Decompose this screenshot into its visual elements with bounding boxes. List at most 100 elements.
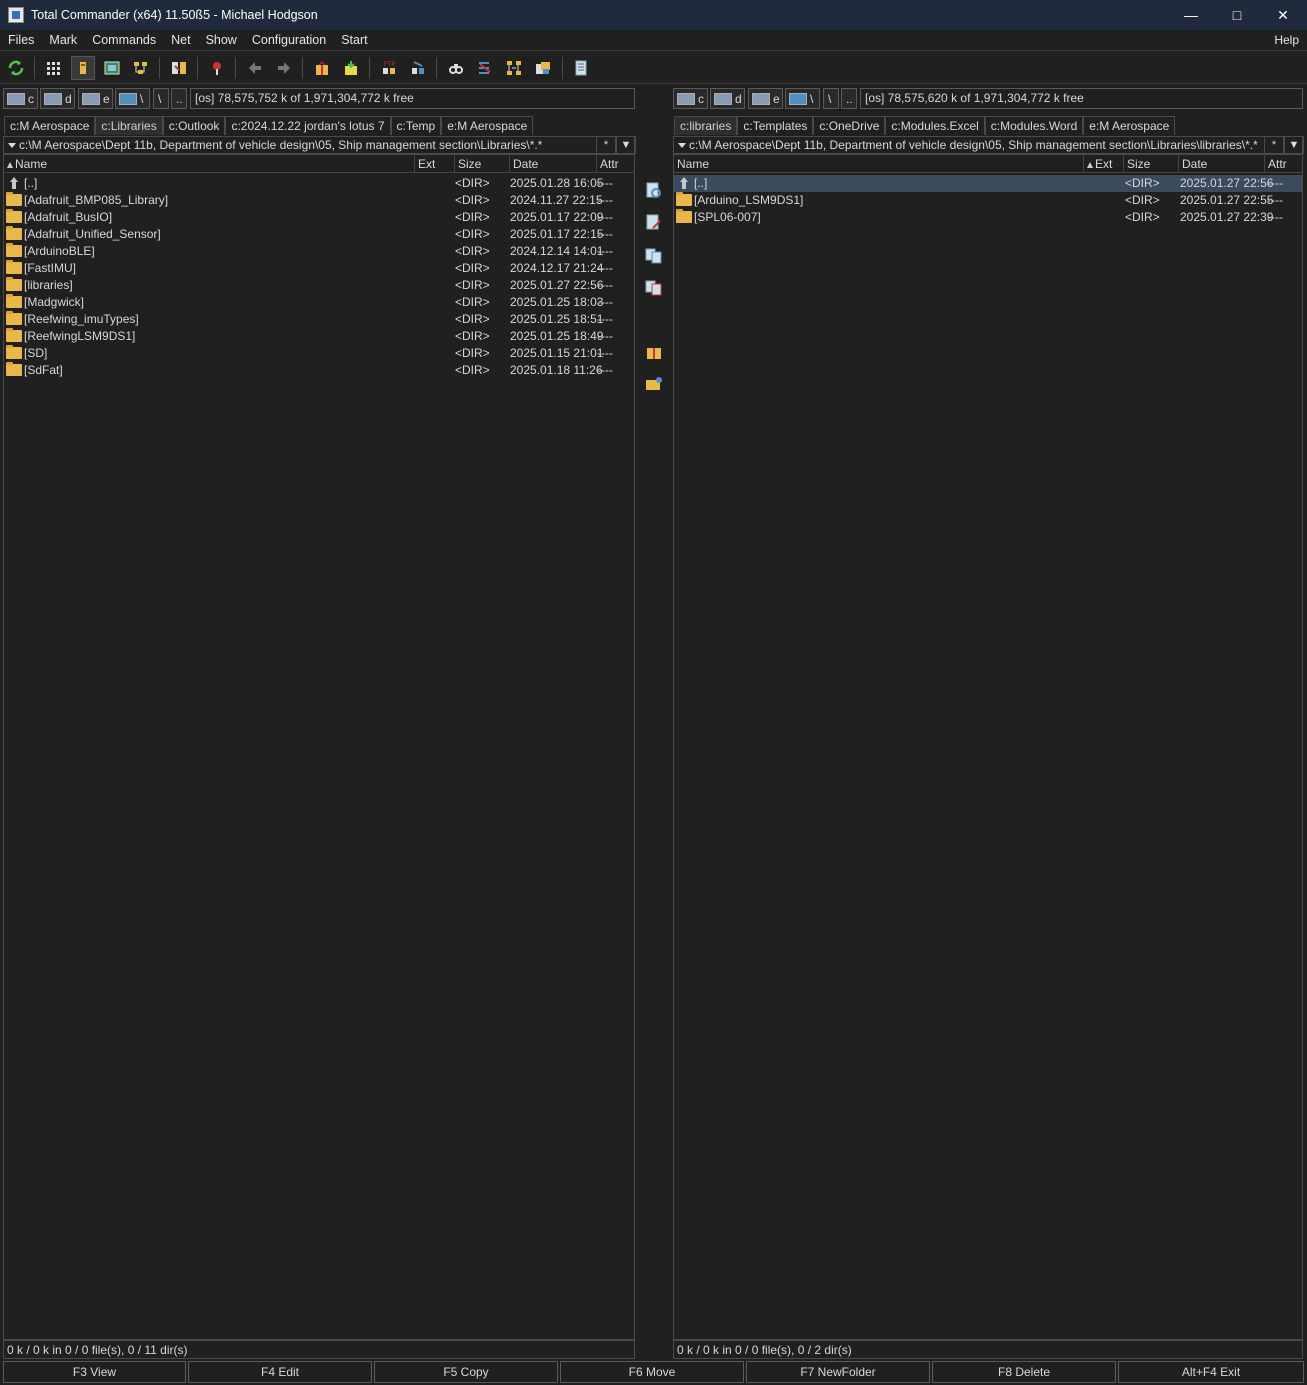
- move-file-icon[interactable]: [645, 278, 663, 296]
- find-icon[interactable]: [444, 56, 468, 80]
- brief-view-icon[interactable]: [42, 56, 66, 80]
- copy-names-icon[interactable]: [531, 56, 555, 80]
- right-file-panel[interactable]: Name Ext Size Date Attr [..] <DIR> 2025.01…: [673, 154, 1303, 1340]
- file-row[interactable]: [libraries] <DIR> 2025.01.27 22:56 ----: [4, 277, 634, 294]
- ftp-disconnect-icon[interactable]: [406, 56, 430, 80]
- detailed-view-icon[interactable]: [71, 56, 95, 80]
- f7-newfolder-button[interactable]: F7 NewFolder: [746, 1361, 930, 1383]
- attr-column-header[interactable]: Attr: [597, 155, 634, 173]
- f6-move-button[interactable]: F6 Move: [560, 1361, 744, 1383]
- file-row[interactable]: [SD] <DIR> 2025.01.15 21:01 ----: [4, 345, 634, 362]
- right-network-drive-button[interactable]: \: [785, 88, 820, 109]
- left-file-panel[interactable]: Name Ext Size Date Attr [..] <DIR> 2025.01…: [3, 154, 635, 1340]
- left-tab[interactable]: c:Temp: [390, 116, 442, 135]
- file-row[interactable]: [Arduino_LSM9DS1] <DIR> 2025.01.27 22:55 --…: [674, 192, 1302, 209]
- file-row[interactable]: [Madgwick] <DIR> 2025.01.25 18:03 ----: [4, 294, 634, 311]
- date-column-header[interactable]: Date: [510, 155, 597, 173]
- right-root-button[interactable]: \: [823, 88, 839, 109]
- right-tab[interactable]: c:Modules.Excel: [885, 116, 985, 135]
- file-row[interactable]: [ArduinoBLE] <DIR> 2024.12.14 14:01 ----: [4, 243, 634, 260]
- size-column-header[interactable]: Size: [1124, 155, 1179, 173]
- close-button[interactable]: ✕: [1260, 0, 1306, 30]
- right-history-button[interactable]: ▼: [1284, 136, 1304, 154]
- compare-dirs-icon[interactable]: [167, 56, 191, 80]
- attr-column-header[interactable]: Attr: [1265, 155, 1302, 173]
- left-tab[interactable]: c:2024.12.22 jordan's lotus 7: [225, 116, 391, 135]
- left-up-button[interactable]: ..: [171, 88, 187, 109]
- file-row[interactable]: [Adafruit_Unified_Sensor] <DIR> 2025.01.17…: [4, 226, 634, 243]
- right-up-button[interactable]: ..: [841, 88, 857, 109]
- f3-view-button[interactable]: F3 View: [3, 1361, 186, 1383]
- branch-view-icon[interactable]: [502, 56, 526, 80]
- f5-copy-button[interactable]: F5 Copy: [374, 1361, 558, 1383]
- maximize-button[interactable]: □: [1214, 0, 1260, 30]
- menu-files[interactable]: Files: [0, 33, 41, 47]
- left-history-button[interactable]: ▼: [616, 136, 636, 154]
- refresh-icon[interactable]: [4, 56, 28, 80]
- right-tab[interactable]: c:Modules.Word: [984, 116, 1084, 135]
- menu-commands[interactable]: Commands: [84, 33, 163, 47]
- name-column-header[interactable]: Name: [674, 155, 1084, 173]
- right-drive-d-button[interactable]: d: [710, 88, 745, 109]
- menu-help[interactable]: Help: [1274, 33, 1299, 47]
- file-row[interactable]: [FastIMU] <DIR> 2024.12.17 21:24 ----: [4, 260, 634, 277]
- left-path-bar[interactable]: c:\M Aerospace\Dept 11b, Department of v…: [3, 136, 636, 154]
- left-drive-d-button[interactable]: d: [40, 88, 75, 109]
- left-tab[interactable]: c:Outlook: [162, 116, 226, 135]
- date-column-header[interactable]: Date: [1179, 155, 1265, 173]
- file-row[interactable]: [Adafruit_BMP085_Library] <DIR> 2024.11.27…: [4, 192, 634, 209]
- unpack-icon[interactable]: [339, 56, 363, 80]
- view-file-icon[interactable]: [645, 182, 663, 200]
- right-tab-active[interactable]: c:libraries: [674, 116, 738, 135]
- left-drive-e-button[interactable]: e: [78, 88, 113, 109]
- left-tab[interactable]: c:M Aerospace: [4, 116, 96, 135]
- dropdown-arrow-icon[interactable]: [678, 142, 686, 148]
- tree-view-icon[interactable]: [129, 56, 153, 80]
- file-row[interactable]: [..] <DIR> 2025.01.28 16:05 ----: [4, 175, 634, 192]
- copy-file-icon[interactable]: [645, 246, 663, 264]
- multi-rename-icon[interactable]: [205, 56, 229, 80]
- f4-edit-button[interactable]: F4 Edit: [188, 1361, 372, 1383]
- menu-show[interactable]: Show: [198, 33, 244, 47]
- forward-icon[interactable]: [272, 56, 296, 80]
- thumbnails-icon[interactable]: [100, 56, 124, 80]
- size-column-header[interactable]: Size: [455, 155, 510, 173]
- pack-icon[interactable]: [310, 56, 334, 80]
- new-folder-icon[interactable]: [645, 375, 663, 393]
- back-icon[interactable]: [243, 56, 267, 80]
- ftp-connect-icon[interactable]: FTP: [377, 56, 401, 80]
- file-row[interactable]: [SPL06-007] <DIR> 2025.01.27 22:39 ----: [674, 209, 1302, 226]
- left-tab[interactable]: e:M Aerospace: [441, 116, 534, 135]
- right-tab[interactable]: c:Templates: [737, 116, 814, 135]
- menu-start[interactable]: Start: [333, 33, 374, 47]
- notepad-icon[interactable]: [569, 56, 593, 80]
- f8-delete-button[interactable]: F8 Delete: [932, 1361, 1116, 1383]
- file-row[interactable]: [Reefwing_imuTypes] <DIR> 2025.01.25 18:51…: [4, 311, 634, 328]
- left-favorites-button[interactable]: *: [596, 136, 616, 154]
- menu-configuration[interactable]: Configuration: [244, 33, 333, 47]
- right-tab[interactable]: e:M Aerospace: [1083, 116, 1176, 135]
- pack-files-icon[interactable]: [645, 343, 663, 361]
- dropdown-arrow-icon[interactable]: [8, 142, 16, 148]
- left-network-drive-button[interactable]: \: [115, 88, 150, 109]
- left-drive-c-button[interactable]: c: [3, 88, 38, 109]
- right-path-bar[interactable]: c:\M Aerospace\Dept 11b, Department of v…: [673, 136, 1304, 154]
- file-row[interactable]: [..] <DIR> 2025.01.27 22:56 ----: [674, 175, 1302, 192]
- right-favorites-button[interactable]: *: [1264, 136, 1284, 154]
- ext-column-header[interactable]: Ext: [1084, 155, 1124, 173]
- ext-column-header[interactable]: Ext: [415, 155, 455, 173]
- file-row[interactable]: [Adafruit_BusIO] <DIR> 2025.01.17 22:09 ---…: [4, 209, 634, 226]
- left-root-button[interactable]: \: [153, 88, 169, 109]
- right-tab[interactable]: c:OneDrive: [813, 116, 886, 135]
- file-row[interactable]: [SdFat] <DIR> 2025.01.18 11:26 ----: [4, 362, 634, 379]
- name-column-header[interactable]: Name: [4, 155, 415, 173]
- left-tab-active[interactable]: c:Libraries: [95, 116, 163, 135]
- file-row[interactable]: [ReefwingLSM9DS1] <DIR> 2025.01.25 18:49 --…: [4, 328, 634, 345]
- edit-file-icon[interactable]: [645, 214, 663, 232]
- sync-dirs-icon[interactable]: [473, 56, 497, 80]
- alt-f4-exit-button[interactable]: Alt+F4 Exit: [1118, 1361, 1304, 1383]
- right-drive-e-button[interactable]: e: [748, 88, 783, 109]
- menu-mark[interactable]: Mark: [41, 33, 84, 47]
- minimize-button[interactable]: —: [1168, 0, 1214, 30]
- menu-net[interactable]: Net: [163, 33, 197, 47]
